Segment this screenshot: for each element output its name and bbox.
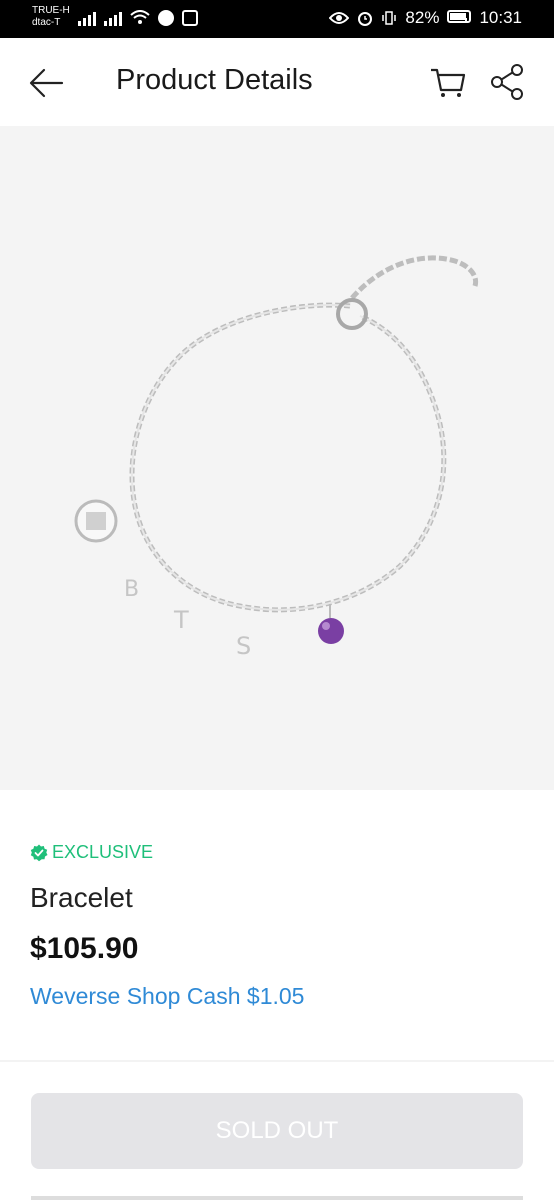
svg-text:S: S xyxy=(236,632,251,660)
carrier-2: dtac-T xyxy=(32,17,61,28)
sold-out-button[interactable]: SOLD OUT xyxy=(31,1093,523,1169)
status-right: 82% 10:31 xyxy=(329,8,522,28)
product-image[interactable]: B T S xyxy=(0,126,554,790)
share-button[interactable] xyxy=(488,62,528,102)
badge-label: EXCLUSIVE xyxy=(52,842,154,862)
cart-icon xyxy=(431,68,466,97)
app-header: Product Details xyxy=(0,38,554,126)
bottom-strip xyxy=(31,1196,523,1200)
status-bar: TRUE-H dtac-T 82% 10:31 xyxy=(0,0,554,38)
status-left-icons xyxy=(78,10,198,26)
carrier-1: TRUE-H xyxy=(32,5,70,16)
section-divider xyxy=(0,1060,554,1062)
page-title: Product Details xyxy=(116,64,313,96)
shop-cash-info: Weverse Shop Cash $1.05 xyxy=(30,983,305,1009)
vibrate-icon xyxy=(382,11,397,25)
mail-icon xyxy=(182,10,198,26)
carrier-info: TRUE-H dtac-T xyxy=(32,5,70,29)
wifi-icon xyxy=(130,10,150,24)
svg-text:T: T xyxy=(173,606,189,634)
alarm-icon xyxy=(358,12,373,26)
product-price: $105.90 xyxy=(30,932,139,965)
verified-check-icon xyxy=(30,844,48,861)
back-arrow-icon xyxy=(29,68,64,98)
back-button[interactable] xyxy=(26,63,66,103)
svg-text:B: B xyxy=(124,577,139,602)
battery-percent: 82% xyxy=(405,8,440,27)
signal-icon xyxy=(104,10,122,26)
share-icon xyxy=(491,64,523,100)
cart-button[interactable] xyxy=(428,62,468,102)
eye-icon xyxy=(329,12,350,24)
product-info: EXCLUSIVE Bracelet $105.90 Weverse Shop … xyxy=(0,790,554,1060)
bracelet-image: B T S xyxy=(74,255,479,660)
battery-icon xyxy=(447,8,472,28)
exclusive-badge: EXCLUSIVE xyxy=(30,842,153,863)
clock: 10:31 xyxy=(479,8,522,27)
product-name: Bracelet xyxy=(30,882,133,913)
signal-icon xyxy=(78,10,96,26)
line-app-icon xyxy=(158,10,174,26)
